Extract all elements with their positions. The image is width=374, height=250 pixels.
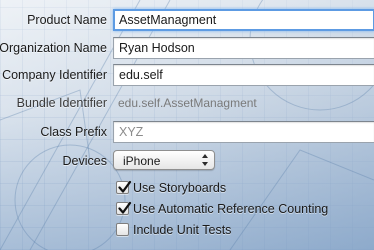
product-name-row: Product Name AssetManagment bbox=[0, 9, 374, 31]
use-arc-option[interactable]: Use Automatic Reference Counting bbox=[116, 201, 374, 218]
use-storyboards-option[interactable]: Use Storyboards bbox=[116, 180, 374, 197]
devices-row: Devices iPhone bbox=[0, 150, 374, 172]
product-name-label: Product Name bbox=[27, 13, 107, 27]
organization-name-label: Organization Name bbox=[0, 41, 107, 55]
use-storyboards-checkbox[interactable] bbox=[116, 180, 132, 194]
include-unit-tests-label: Include Unit Tests bbox=[133, 223, 232, 237]
devices-label: Devices bbox=[62, 154, 107, 168]
include-unit-tests-option[interactable]: Include Unit Tests bbox=[116, 223, 374, 239]
bundle-identifier-value: edu.self.AssetManagment bbox=[118, 96, 257, 110]
organization-name-row: Organization Name Ryan Hodson bbox=[0, 37, 374, 59]
use-arc-checkbox[interactable] bbox=[116, 201, 132, 215]
company-identifier-label: Company Identifier bbox=[2, 68, 107, 82]
use-arc-label: Use Automatic Reference Counting bbox=[133, 202, 329, 216]
class-prefix-label: Class Prefix bbox=[40, 125, 107, 139]
checkmark-icon bbox=[118, 180, 132, 193]
bundle-identifier-label: Bundle Identifier bbox=[16, 96, 107, 110]
use-storyboards-label: Use Storyboards bbox=[133, 181, 227, 195]
checkmark-icon bbox=[118, 201, 132, 214]
company-identifier-row: Company Identifier edu.self bbox=[0, 64, 374, 86]
devices-selected-value: iPhone bbox=[123, 154, 161, 168]
company-identifier-field[interactable]: edu.self bbox=[113, 64, 374, 86]
organization-name-field[interactable]: Ryan Hodson bbox=[113, 37, 374, 59]
product-name-field[interactable]: AssetManagment bbox=[113, 9, 374, 31]
devices-popup[interactable]: iPhone bbox=[113, 150, 215, 170]
popup-arrows-icon bbox=[201, 154, 208, 166]
include-unit-tests-checkbox[interactable] bbox=[116, 223, 129, 236]
class-prefix-field[interactable]: XYZ bbox=[113, 121, 374, 143]
class-prefix-row: Class Prefix XYZ bbox=[0, 121, 374, 143]
bundle-identifier-row: Bundle Identifier edu.self.AssetManagmen… bbox=[0, 92, 374, 114]
